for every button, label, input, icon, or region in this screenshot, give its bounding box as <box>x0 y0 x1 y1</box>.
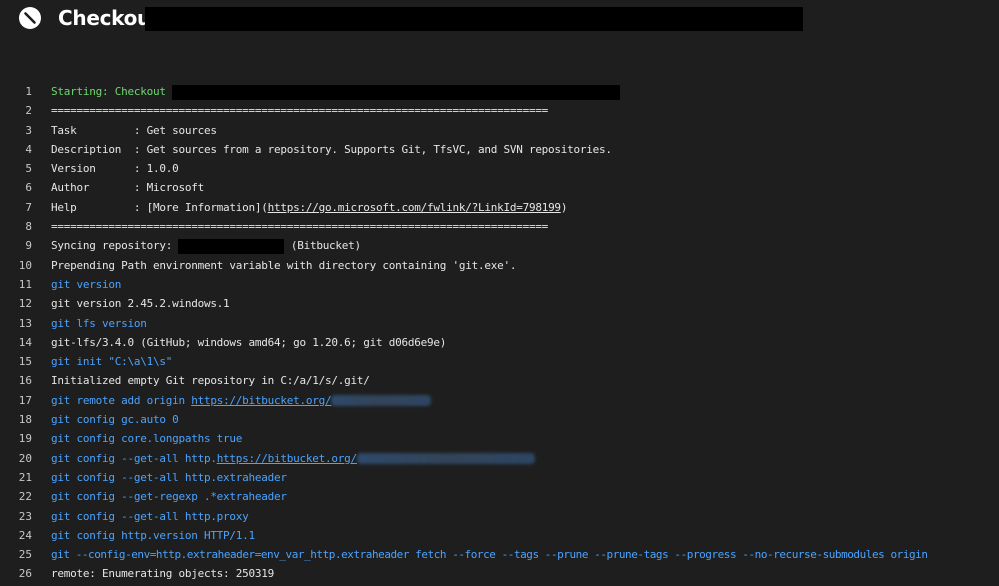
log-line: 21 git config --get-all http.extraheader <box>0 468 999 487</box>
redacted-title-detail <box>145 7 803 31</box>
line-number: 22 <box>18 490 32 504</box>
line-number: 14 <box>18 335 32 349</box>
help-link[interactable]: https://go.microsoft.com/fwlink/?LinkId=… <box>268 201 561 214</box>
log-text-prefix: Help : [More Information]( <box>51 200 268 214</box>
log-command: git config --get-all http.https://bitbuc… <box>51 449 535 468</box>
line-number: 26 <box>18 567 32 581</box>
line-number: 13 <box>18 316 32 330</box>
log-text: Author : Microsoft <box>51 181 204 195</box>
log-line: 15 git init "C:\a\1\s" <box>0 352 999 371</box>
log-line: 7 Help : [More Information](https://go.m… <box>0 198 999 217</box>
line-number: 3 <box>25 123 32 137</box>
log-line: 18 git config gc.auto 0 <box>0 410 999 429</box>
blurred-redaction <box>331 395 432 407</box>
log-line: 19 git config core.longpaths true <box>0 429 999 448</box>
log-line: 26 remote: Enumerating objects: 250319 <box>0 564 999 583</box>
line-number: 8 <box>25 220 32 234</box>
log-text: git-lfs/3.4.0 (GitHub; windows amd64; go… <box>51 335 447 349</box>
log-text: ========================================… <box>51 220 549 234</box>
log-line: 5 Version : 1.0.0 <box>0 159 999 178</box>
line-number: 18 <box>18 413 32 427</box>
log-text-content: Starting: Checkout <box>51 85 166 98</box>
line-number: 16 <box>18 374 32 388</box>
log-command: git config --get-all http.extraheader <box>51 470 287 484</box>
line-number: 21 <box>18 470 32 484</box>
log-line: 20 git config --get-all http.https://bit… <box>0 449 999 468</box>
log-command: git config core.longpaths true <box>51 432 243 446</box>
log-line: 14 git-lfs/3.4.0 (GitHub; windows amd64;… <box>0 333 999 352</box>
log-command: git config http.version HTTP/1.1 <box>51 528 255 542</box>
log-line: 8 ======================================… <box>0 217 999 236</box>
log-command: git remote add origin https://bitbucket.… <box>51 391 432 410</box>
line-number: 20 <box>18 451 32 465</box>
line-number: 11 <box>18 277 32 291</box>
log-line: 17 git remote add origin https://bitbuck… <box>0 391 999 410</box>
log-line: 25 git --config-env=http.extraheader=env… <box>0 545 999 564</box>
log-command: git config --get-all http.proxy <box>51 509 249 523</box>
log-line: 24 git config http.version HTTP/1.1 <box>0 526 999 545</box>
log-line: 12 git version 2.45.2.windows.1 <box>0 294 999 313</box>
cancelled-icon <box>18 6 42 30</box>
step-header: Checkout <box>0 0 999 40</box>
log-line: 13 git lfs version <box>0 314 999 333</box>
line-number: 23 <box>18 509 32 523</box>
pipeline-log-view: Checkout 1 Starting: Checkout 2 ========… <box>0 0 999 586</box>
log-text: Description : Get sources from a reposit… <box>51 142 612 156</box>
log-output: 1 Starting: Checkout 2 =================… <box>0 82 999 584</box>
line-number: 10 <box>18 258 32 272</box>
line-number: 24 <box>18 528 32 542</box>
line-number: 15 <box>18 355 32 369</box>
log-command: git --config-env=http.extraheader=env_va… <box>51 548 928 562</box>
line-number: 2 <box>25 104 32 118</box>
line-number: 19 <box>18 432 32 446</box>
line-number: 17 <box>18 393 32 407</box>
log-text-suffix: ) <box>560 200 568 214</box>
redacted-block <box>172 84 621 100</box>
log-text-prefix: git config --get-all http. <box>51 451 217 465</box>
log-line: 22 git config --get-regexp .*extraheader <box>0 487 999 506</box>
log-command: git lfs version <box>51 316 147 330</box>
log-line: 9 Syncing repository: (Bitbucket) <box>0 236 999 255</box>
log-line: 3 Task : Get sources <box>0 121 999 140</box>
log-command: git config --get-regexp .*extraheader <box>51 490 287 504</box>
log-line: 11 git version <box>0 275 999 294</box>
line-number: 1 <box>25 85 32 98</box>
log-text: git version 2.45.2.windows.1 <box>51 297 230 311</box>
log-text-suffix: (Bitbucket) <box>284 239 361 253</box>
log-text: ========================================… <box>51 104 549 118</box>
log-text: Help : [More Information](https://go.mic… <box>51 198 567 217</box>
log-command: git init "C:\a\1\s" <box>51 355 173 369</box>
log-text: remote: Enumerating objects: 250319 <box>51 567 275 581</box>
line-number: 9 <box>25 239 32 253</box>
log-line: 10 Prepending Path environment variable … <box>0 256 999 275</box>
log-line: 16 Initialized empty Git repository in C… <box>0 371 999 390</box>
line-number: 7 <box>25 200 32 214</box>
log-text-prefix: Syncing repository: <box>51 239 179 253</box>
log-line: 2 ======================================… <box>0 101 999 120</box>
line-number: 4 <box>25 142 32 156</box>
line-number: 6 <box>25 181 32 195</box>
log-line: 4 Description : Get sources from a repos… <box>0 140 999 159</box>
log-line: 6 Author : Microsoft <box>0 178 999 197</box>
log-text: Prepending Path environment variable wit… <box>51 258 517 272</box>
log-text: Starting: Checkout <box>51 82 621 101</box>
redacted-block <box>178 238 285 254</box>
log-text: Task : Get sources <box>51 123 217 137</box>
log-text: Syncing repository: (Bitbucket) <box>51 236 361 255</box>
line-number: 25 <box>18 548 32 562</box>
repo-link[interactable]: https://bitbucket.org/ <box>191 394 331 407</box>
log-text: Version : 1.0.0 <box>51 162 179 176</box>
line-number: 5 <box>25 162 32 176</box>
repo-link[interactable]: https://bitbucket.org/ <box>217 452 357 465</box>
log-command: git config gc.auto 0 <box>51 413 179 427</box>
line-number: 12 <box>18 297 32 311</box>
log-text: Initialized empty Git repository in C:/a… <box>51 374 370 388</box>
log-text-prefix: git remote add origin <box>51 393 192 407</box>
log-line: 1 Starting: Checkout <box>0 82 999 101</box>
log-line: 23 git config --get-all http.proxy <box>0 507 999 526</box>
blurred-redaction <box>356 453 535 465</box>
log-command: git version <box>51 277 122 291</box>
